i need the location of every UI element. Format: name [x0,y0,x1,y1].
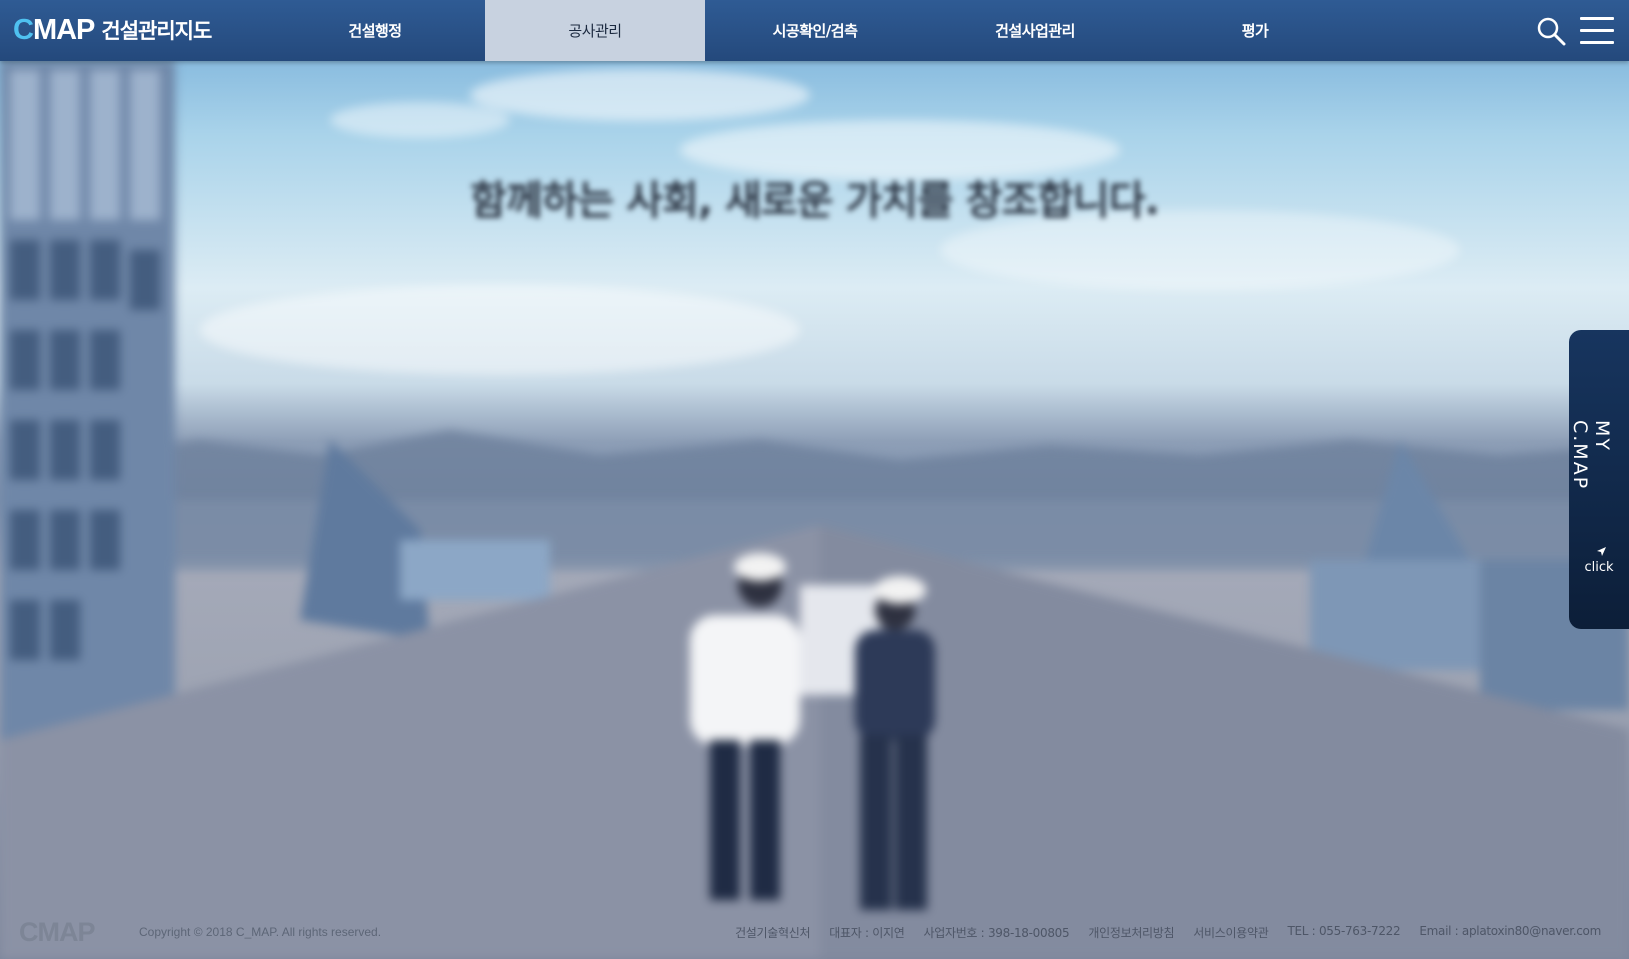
footer-representative: 대표자 : 이지연 [829,926,905,940]
nav-item-construction-management[interactable]: 공사관리 [485,0,705,61]
footer-privacy-link[interactable]: 개인정보처리방침 [1088,924,1174,941]
footer-business-number: 사업자번호 : 398-18-00805 [923,926,1070,940]
footer-email: Email : aplatoxin80@naver.com [1419,924,1601,938]
footer-tel: TEL : 055-763-7222 [1287,924,1401,938]
hamburger-menu-icon[interactable] [1580,17,1614,44]
cursor-arrow-icon [1597,547,1606,556]
my-cmap-label: MY C.MAP [1569,420,1613,491]
hero-headline: 함께하는 사회, 새로운 가치를 창조합니다. [0,168,1629,248]
footer-links: 건설기술혁신처 대표자 : 이지연 사업자번호 : 398-18-00805 개… [735,924,1601,941]
hero-background-image [0,0,1629,959]
search-icon[interactable] [1536,16,1566,46]
logo-mark: CMAP [13,13,95,46]
logo-text: 건설관리지도 [101,19,212,43]
my-cmap-side-tab[interactable]: MY C.MAP click [1569,330,1629,629]
nav-item-evaluation[interactable]: 평가 [1145,0,1365,61]
footer-org-name: 건설기술혁신처 [735,926,811,940]
nav-item-inspection[interactable]: 시공확인/검측 [705,0,925,61]
hero-title: 함께하는 사회, 새로운 가치를 창조합니다. [470,178,1160,224]
click-label: click [1584,560,1614,575]
top-navigation-bar: CMAP 건설관리지도 건설행정 공사관리 시공확인/검측 건설사업관리 평가 [0,0,1629,61]
nav-item-construction-admin[interactable]: 건설행정 [265,0,485,61]
footer-logo: CMAP [19,917,95,947]
footer-terms-link[interactable]: 서비스이용약관 [1193,924,1268,941]
copyright-text: Copyright © 2018 C_MAP. All rights reser… [139,925,382,939]
site-logo[interactable]: CMAP 건설관리지도 [13,13,212,46]
footer: CMAP Copyright © 2018 C_MAP. All rights … [0,910,1629,950]
nav-item-project-management[interactable]: 건설사업관리 [925,0,1145,61]
main-nav: 건설행정 공사관리 시공확인/검측 건설사업관리 평가 [265,0,1365,61]
